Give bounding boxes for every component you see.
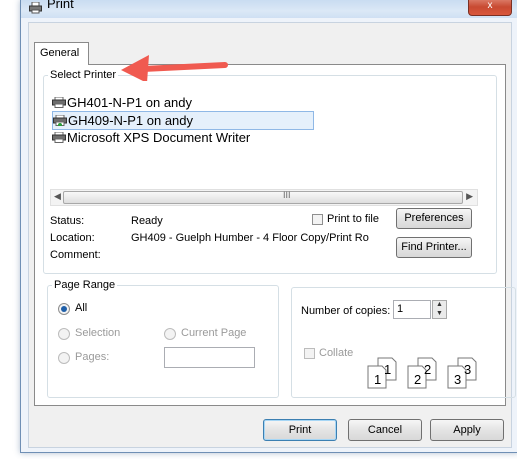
printer-title-icon <box>29 1 42 17</box>
title-bar: Print x <box>21 0 517 18</box>
status-value: Ready <box>131 215 163 227</box>
number-of-copies-label: Number of copies: <box>301 305 391 317</box>
selection-label: Selection <box>75 327 121 339</box>
page-range-group: Page Range All Selection Current Page Pa… <box>47 279 279 398</box>
collate-label: Collate <box>319 347 354 359</box>
collate-page-number: 3 <box>464 362 471 377</box>
dialog-client: General Select Printer GH401-N-P1 on and… <box>28 22 516 448</box>
window-title: Print <box>47 0 74 11</box>
printer-list-hscrollbar[interactable]: ◀ III ▶ <box>50 189 478 206</box>
location-label: Location: <box>50 232 95 244</box>
scroll-grip: III <box>283 190 291 200</box>
close-button[interactable]: x <box>468 0 512 16</box>
all-radio[interactable] <box>58 303 70 315</box>
printer-name: GH401-N-P1 on andy <box>67 95 193 110</box>
copies-group: Number of copies: 1 ▲ ▼ Collate 1 1 2 2 … <box>291 287 516 398</box>
print-button[interactable]: Print <box>263 419 337 441</box>
print-to-file-checkbox[interactable] <box>312 214 323 225</box>
pages-radio[interactable] <box>58 352 70 364</box>
collate-page-number: 2 <box>424 362 431 377</box>
current-page-radio[interactable] <box>164 328 176 340</box>
close-icon: x <box>487 0 493 11</box>
preferences-label: Preferences <box>404 212 464 224</box>
spin-up-icon[interactable]: ▲ <box>436 301 443 308</box>
location-value: GH409 - Guelph Humber - 4 Floor Copy/Pri… <box>131 232 369 244</box>
cancel-button-label: Cancel <box>367 424 403 436</box>
scroll-left-icon[interactable]: ◀ <box>54 191 61 202</box>
printer-item-xps[interactable]: Microsoft XPS Document Writer <box>52 129 250 146</box>
tab-general[interactable]: General <box>34 42 89 65</box>
scroll-right-icon[interactable]: ▶ <box>466 191 473 202</box>
printer-name: Microsoft XPS Document Writer <box>67 130 251 145</box>
copies-input[interactable]: 1 <box>393 300 431 319</box>
printer-icon <box>53 113 67 127</box>
scroll-thumb[interactable]: III <box>63 190 463 204</box>
printer-list[interactable]: GH401-N-P1 on andy GH409-N-P1 on andy Mi… <box>50 91 476 187</box>
pages-label: Pages: <box>75 351 110 363</box>
collate-pages-icon: 1 1 2 2 3 3 <box>366 356 486 393</box>
printer-name: GH409-N-P1 on andy <box>68 113 194 128</box>
find-printer-button[interactable]: Find Printer... <box>396 237 472 258</box>
current-page-label: Current Page <box>181 327 247 339</box>
collate-page-number: 3 <box>454 372 461 387</box>
printer-icon <box>52 95 66 108</box>
select-printer-legend: Select Printer <box>50 69 117 81</box>
collate-page-number: 1 <box>384 362 391 377</box>
cancel-button[interactable]: Cancel <box>348 419 422 441</box>
printer-item-gh401[interactable]: GH401-N-P1 on andy <box>52 94 192 111</box>
copies-input-value: 1 <box>397 303 404 315</box>
collate-page-number: 1 <box>374 372 381 387</box>
comment-label: Comment: <box>50 249 101 261</box>
page-range-legend: Page Range <box>54 279 116 291</box>
find-printer-label: Find Printer... <box>401 241 467 253</box>
print-dialog: Print x General Select Printer GH401-N-P… <box>20 0 517 453</box>
apply-button-label: Apply <box>453 424 481 436</box>
collate-page-number: 2 <box>414 372 421 387</box>
tab-general-label: General <box>40 47 80 59</box>
apply-button[interactable]: Apply <box>430 419 504 441</box>
preferences-button[interactable]: Preferences <box>396 208 472 229</box>
print-button-label: Print <box>288 424 312 436</box>
all-label: All <box>75 302 88 314</box>
selection-radio[interactable] <box>58 328 70 340</box>
copies-spinner[interactable]: ▲ ▼ <box>432 300 447 319</box>
select-printer-group: Select Printer GH401-N-P1 on andy GH409-… <box>43 69 497 274</box>
printer-item-gh409[interactable]: GH409-N-P1 on andy <box>52 111 314 130</box>
collate-checkbox[interactable] <box>304 348 315 359</box>
pages-input[interactable] <box>164 347 255 368</box>
print-to-file-label: Print to file <box>327 213 379 225</box>
spin-down-icon[interactable]: ▼ <box>436 310 443 317</box>
red-arrow-annotation <box>121 55 228 81</box>
status-label: Status: <box>50 215 85 227</box>
printer-icon <box>52 130 66 143</box>
